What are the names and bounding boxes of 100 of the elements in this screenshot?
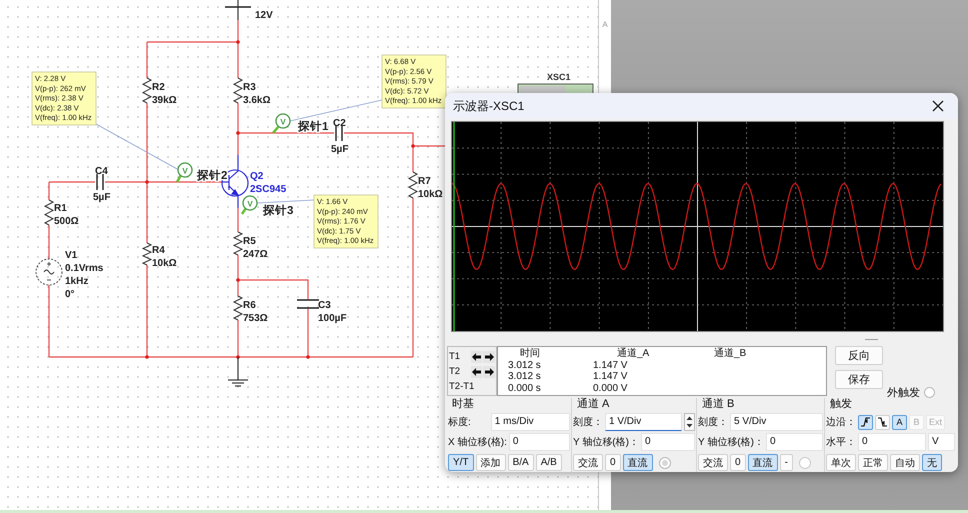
junction-dot	[236, 355, 240, 359]
input-field[interactable]: 0	[766, 433, 823, 451]
table-cell-text: 1.147 V	[592, 371, 628, 382]
input-field[interactable]: 0	[640, 433, 695, 451]
coupling-button[interactable]: 0	[605, 454, 621, 471]
trigger-mode-button[interactable]: 正常	[858, 454, 888, 471]
component-value: 0°	[65, 289, 75, 300]
resistor-symbol	[408, 172, 418, 198]
table-cell-text: 0.000 V	[592, 382, 628, 394]
input-field[interactable]: 0	[858, 433, 926, 451]
trigger-source-button[interactable]: A	[892, 414, 907, 430]
window-title: 示波器-XSC1	[453, 98, 524, 114]
component-value: 100µF	[318, 313, 347, 324]
coupling-button[interactable]: 直流	[622, 454, 653, 471]
cursor-left-button[interactable]	[470, 366, 482, 378]
component-value: 1kHz	[65, 276, 88, 287]
input-field[interactable]: 0	[508, 433, 570, 451]
leader-line	[256, 200, 314, 204]
component-value: 3.6kΩ	[243, 95, 270, 106]
resistor-symbol	[44, 200, 54, 226]
cursor-right-button[interactable]	[483, 350, 495, 362]
input-field[interactable]: 1 ms/Div	[490, 413, 570, 431]
component-value: 39kΩ	[152, 95, 177, 106]
action-button[interactable]: 反向	[835, 346, 883, 365]
junction-dot	[236, 40, 240, 44]
column-header: 通道_B	[713, 348, 748, 360]
coupling-button[interactable]: 0	[730, 454, 746, 471]
supply-voltage: 12V	[255, 10, 273, 21]
resistor-symbol	[142, 242, 152, 266]
mode-button[interactable]: Y/T	[448, 454, 474, 471]
junction-dot	[145, 180, 149, 184]
coupling-button[interactable]: -	[780, 454, 793, 471]
coupling-button[interactable]: 直流	[748, 454, 778, 471]
component-value: 2SC945	[250, 184, 286, 195]
cursor-left-button[interactable]	[470, 350, 482, 362]
field-label: 刻度：	[573, 416, 603, 429]
unit-selector[interactable]: V	[928, 433, 955, 451]
cursor-label: T1	[449, 351, 462, 362]
capacitor-symbol	[96, 174, 104, 190]
close-icon[interactable]	[932, 100, 944, 112]
coupling-button[interactable]: 交流	[573, 454, 603, 471]
falling-edge-button[interactable]	[875, 414, 890, 430]
field-label: 边沿：	[826, 416, 856, 429]
rising-edge-button[interactable]	[858, 414, 873, 430]
junction-dot	[236, 278, 240, 282]
wire	[48, 225, 50, 259]
component-reference: R5	[243, 236, 256, 247]
component-reference: Q2	[250, 171, 264, 182]
resistor-symbol	[142, 78, 152, 104]
splitter-handle[interactable]	[865, 338, 878, 340]
wire	[237, 208, 239, 232]
component-value: 500Ω	[54, 216, 79, 227]
mode-button[interactable]: B/A	[508, 454, 534, 471]
action-button[interactable]: 保存	[835, 370, 883, 389]
coupling-button[interactable]: 交流	[698, 454, 728, 471]
table-cell-text: 0.000 s	[507, 382, 542, 394]
table-cell-text: 1.147 V	[592, 360, 628, 371]
table-cell-text: 3.012 s	[507, 360, 542, 371]
field-label: Y 轴位移(格)：	[698, 436, 764, 449]
group-title: 时基	[451, 398, 475, 411]
falling-edge-icon	[878, 417, 887, 427]
component-reference: R6	[243, 300, 256, 311]
trigger-mode-button[interactable]: 单次	[826, 454, 856, 471]
ac-source-symbol	[36, 258, 62, 286]
input-field[interactable]: 5 V/Div	[730, 413, 823, 431]
field-label: 水平：	[826, 436, 856, 449]
cursor-label: T2	[449, 366, 462, 377]
mode-button[interactable]: A/B	[536, 454, 562, 471]
input-field[interactable]: 1 V/Div	[605, 413, 682, 431]
junction-dot	[145, 355, 149, 359]
junction-dot	[306, 355, 310, 359]
component-value: 753Ω	[243, 313, 268, 324]
component-reference: R1	[54, 203, 67, 214]
component-value: 0.1Vrms	[65, 263, 104, 274]
probe-label: 探针3	[263, 205, 294, 217]
component-value: 5µF	[93, 192, 110, 203]
component-value: 10kΩ	[418, 189, 443, 200]
cursor-right-button[interactable]	[483, 366, 495, 378]
trigger-mode-button[interactable]: 自动	[890, 454, 920, 471]
group-title: 触发	[829, 398, 853, 411]
external-trigger-label: 外触发	[887, 386, 920, 400]
instrument-label: XSC1	[547, 72, 571, 82]
component-reference: C4	[95, 166, 108, 177]
rising-edge-icon	[861, 417, 870, 427]
trigger-mode-button[interactable]: 无	[922, 454, 942, 471]
column-header: 通道_A	[616, 348, 650, 360]
capacitor-symbol	[297, 299, 319, 309]
radio-button[interactable]	[924, 387, 935, 398]
group-title: 通道 A	[576, 398, 610, 411]
spinner-icon[interactable]	[684, 413, 695, 431]
mode-button[interactable]: 添加	[476, 454, 506, 471]
probe-label: 探针1	[298, 121, 328, 133]
component-value: 5µF	[331, 144, 348, 155]
resistor-symbol	[232, 232, 244, 256]
cursor-line[interactable]	[453, 122, 455, 331]
component-reference: R2	[152, 82, 165, 93]
ground-symbol	[228, 356, 248, 386]
field-label: Y 轴位移(格)：	[573, 436, 639, 449]
field-label: 刻度：	[698, 416, 728, 429]
component-reference: R3	[243, 82, 256, 93]
